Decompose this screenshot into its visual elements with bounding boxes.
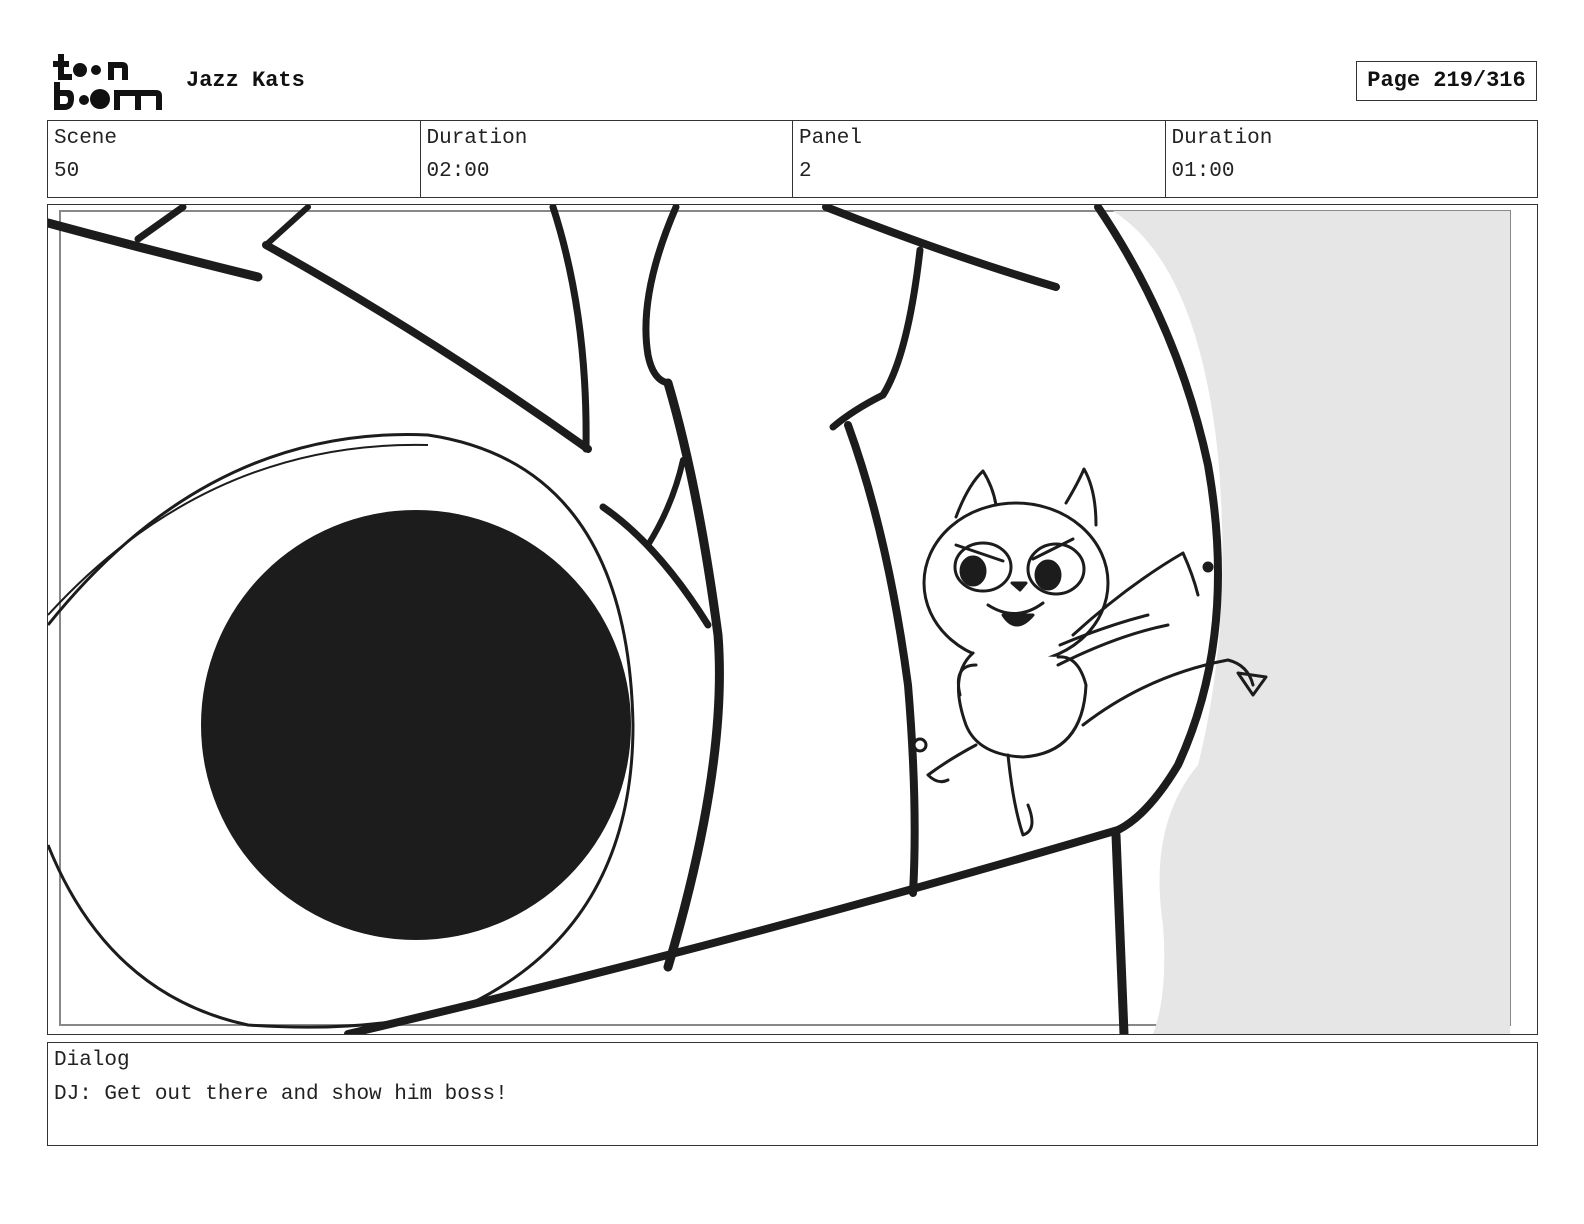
scene-cell: Scene 50 (48, 121, 421, 197)
scene-duration-value: 02:00 (426, 160, 490, 183)
panel-duration-cell: Duration 01:00 (1166, 121, 1538, 197)
dialog-text: DJ: Get out there and show him boss! (54, 1083, 508, 1106)
storyboard-drawing (48, 205, 1511, 1034)
panel-duration-value: 01:00 (1171, 160, 1235, 183)
project-title: Jazz Kats (186, 68, 305, 93)
scene-info-row: Scene 50 Duration 02:00 Panel 2 Duration… (47, 120, 1538, 198)
dialog-section: Dialog DJ: Get out there and show him bo… (47, 1042, 1538, 1146)
storyboard-panel (47, 204, 1538, 1035)
scene-value: 50 (54, 160, 80, 183)
shaded-area (1113, 211, 1510, 1034)
pupil (201, 510, 631, 940)
scene-duration-cell: Duration 02:00 (421, 121, 793, 197)
panel-duration-label: Duration (1171, 127, 1273, 150)
panel-cell: Panel 2 (793, 121, 1166, 197)
eye-drawing (48, 433, 635, 1029)
page-number: Page 219/316 (1356, 61, 1537, 101)
scene-duration-label: Duration (426, 127, 528, 150)
toon-boom-logo (52, 52, 164, 112)
panel-value: 2 (799, 160, 812, 183)
scene-label: Scene (54, 127, 118, 150)
panel-label: Panel (799, 127, 863, 150)
dialog-label: Dialog (54, 1049, 130, 1072)
toon-boom-logo-mark (53, 54, 162, 110)
